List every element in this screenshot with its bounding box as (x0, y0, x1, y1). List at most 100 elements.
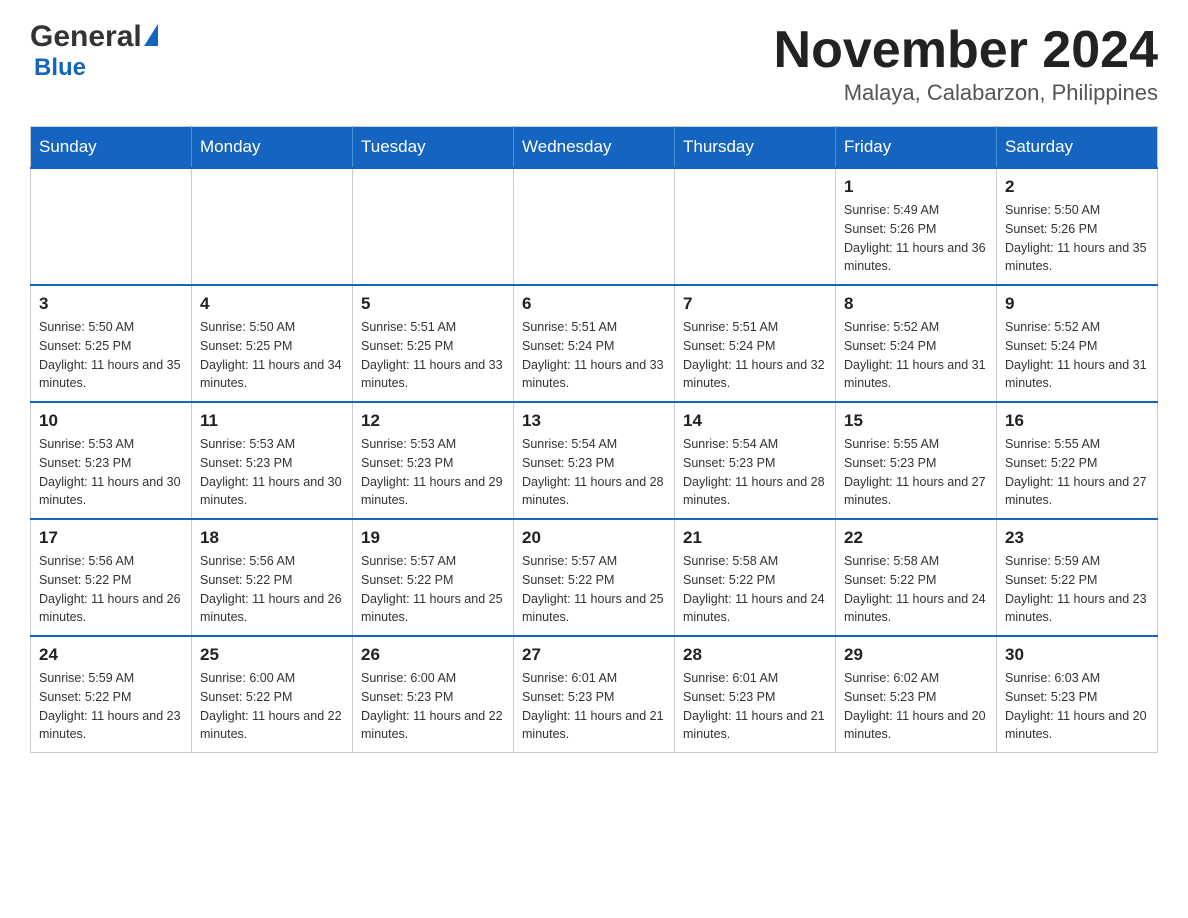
calendar-cell (31, 168, 192, 285)
day-info: Sunrise: 6:00 AM Sunset: 5:22 PM Dayligh… (200, 669, 344, 744)
calendar-cell (192, 168, 353, 285)
day-info: Sunrise: 5:53 AM Sunset: 5:23 PM Dayligh… (361, 435, 505, 510)
calendar-cell: 16 Sunrise: 5:55 AM Sunset: 5:22 PM Dayli… (997, 402, 1158, 519)
calendar-cell: 12 Sunrise: 5:53 AM Sunset: 5:23 PM Dayli… (353, 402, 514, 519)
calendar-cell: 15 Sunrise: 5:55 AM Sunset: 5:23 PM Dayli… (836, 402, 997, 519)
day-number: 16 (1005, 411, 1149, 431)
day-info: Sunrise: 5:56 AM Sunset: 5:22 PM Dayligh… (39, 552, 183, 627)
day-info: Sunrise: 5:50 AM Sunset: 5:25 PM Dayligh… (200, 318, 344, 393)
page-header: General Blue November 2024 Malaya, Calab… (30, 20, 1158, 106)
day-number: 17 (39, 528, 183, 548)
logo-general-text: General (30, 20, 142, 54)
logo: General Blue (30, 20, 158, 82)
day-number: 23 (1005, 528, 1149, 548)
day-of-week-header: Sunday (31, 127, 192, 169)
day-info: Sunrise: 5:59 AM Sunset: 5:22 PM Dayligh… (39, 669, 183, 744)
day-info: Sunrise: 6:00 AM Sunset: 5:23 PM Dayligh… (361, 669, 505, 744)
day-number: 9 (1005, 294, 1149, 314)
day-number: 3 (39, 294, 183, 314)
day-info: Sunrise: 5:57 AM Sunset: 5:22 PM Dayligh… (522, 552, 666, 627)
day-info: Sunrise: 5:50 AM Sunset: 5:25 PM Dayligh… (39, 318, 183, 393)
calendar-cell: 20 Sunrise: 5:57 AM Sunset: 5:22 PM Dayli… (514, 519, 675, 636)
day-info: Sunrise: 6:03 AM Sunset: 5:23 PM Dayligh… (1005, 669, 1149, 744)
day-info: Sunrise: 5:56 AM Sunset: 5:22 PM Dayligh… (200, 552, 344, 627)
calendar-cell: 1Sunrise: 5:49 AM Sunset: 5:26 PM Daylig… (836, 168, 997, 285)
calendar-cell: 4Sunrise: 5:50 AM Sunset: 5:25 PM Daylig… (192, 285, 353, 402)
day-number: 5 (361, 294, 505, 314)
title-section: November 2024 Malaya, Calabarzon, Philip… (774, 20, 1158, 106)
day-number: 7 (683, 294, 827, 314)
calendar-cell: 3 Sunrise: 5:50 AM Sunset: 5:25 PM Daylig… (31, 285, 192, 402)
calendar-cell: 5Sunrise: 5:51 AM Sunset: 5:25 PM Daylig… (353, 285, 514, 402)
day-number: 25 (200, 645, 344, 665)
calendar-cell: 28Sunrise: 6:01 AM Sunset: 5:23 PM Dayli… (675, 636, 836, 753)
day-info: Sunrise: 5:59 AM Sunset: 5:22 PM Dayligh… (1005, 552, 1149, 627)
day-info: Sunrise: 5:58 AM Sunset: 5:22 PM Dayligh… (844, 552, 988, 627)
day-number: 20 (522, 528, 666, 548)
day-number: 22 (844, 528, 988, 548)
day-number: 24 (39, 645, 183, 665)
calendar-cell: 8 Sunrise: 5:52 AM Sunset: 5:24 PM Daylig… (836, 285, 997, 402)
calendar-cell: 22 Sunrise: 5:58 AM Sunset: 5:22 PM Dayli… (836, 519, 997, 636)
day-number: 14 (683, 411, 827, 431)
day-number: 10 (39, 411, 183, 431)
calendar-cell (675, 168, 836, 285)
day-number: 28 (683, 645, 827, 665)
calendar-week-row: 3 Sunrise: 5:50 AM Sunset: 5:25 PM Daylig… (31, 285, 1158, 402)
day-info: Sunrise: 6:01 AM Sunset: 5:23 PM Dayligh… (522, 669, 666, 744)
calendar-cell: 14Sunrise: 5:54 AM Sunset: 5:23 PM Dayli… (675, 402, 836, 519)
day-info: Sunrise: 5:52 AM Sunset: 5:24 PM Dayligh… (844, 318, 988, 393)
calendar-cell: 17 Sunrise: 5:56 AM Sunset: 5:22 PM Dayli… (31, 519, 192, 636)
calendar-week-row: 10 Sunrise: 5:53 AM Sunset: 5:23 PM Dayli… (31, 402, 1158, 519)
day-number: 15 (844, 411, 988, 431)
logo-blue-text: Blue (34, 54, 86, 82)
day-number: 8 (844, 294, 988, 314)
day-info: Sunrise: 5:55 AM Sunset: 5:22 PM Dayligh… (1005, 435, 1149, 510)
day-info: Sunrise: 5:52 AM Sunset: 5:24 PM Dayligh… (1005, 318, 1149, 393)
calendar-cell: 7 Sunrise: 5:51 AM Sunset: 5:24 PM Daylig… (675, 285, 836, 402)
day-number: 27 (522, 645, 666, 665)
calendar-week-row: 1Sunrise: 5:49 AM Sunset: 5:26 PM Daylig… (31, 168, 1158, 285)
day-info: Sunrise: 5:53 AM Sunset: 5:23 PM Dayligh… (39, 435, 183, 510)
day-of-week-header: Tuesday (353, 127, 514, 169)
calendar-cell: 13 Sunrise: 5:54 AM Sunset: 5:23 PM Dayli… (514, 402, 675, 519)
calendar-cell: 23 Sunrise: 5:59 AM Sunset: 5:22 PM Dayli… (997, 519, 1158, 636)
calendar-week-row: 24 Sunrise: 5:59 AM Sunset: 5:22 PM Dayli… (31, 636, 1158, 753)
calendar-cell: 26Sunrise: 6:00 AM Sunset: 5:23 PM Dayli… (353, 636, 514, 753)
day-info: Sunrise: 5:51 AM Sunset: 5:24 PM Dayligh… (683, 318, 827, 393)
day-number: 2 (1005, 177, 1149, 197)
day-of-week-header: Wednesday (514, 127, 675, 169)
day-number: 13 (522, 411, 666, 431)
calendar-cell: 18Sunrise: 5:56 AM Sunset: 5:22 PM Dayli… (192, 519, 353, 636)
calendar-week-row: 17 Sunrise: 5:56 AM Sunset: 5:22 PM Dayli… (31, 519, 1158, 636)
calendar-cell: 19 Sunrise: 5:57 AM Sunset: 5:22 PM Dayli… (353, 519, 514, 636)
calendar-cell: 6 Sunrise: 5:51 AM Sunset: 5:24 PM Daylig… (514, 285, 675, 402)
calendar-cell: 27 Sunrise: 6:01 AM Sunset: 5:23 PM Dayli… (514, 636, 675, 753)
day-info: Sunrise: 5:53 AM Sunset: 5:23 PM Dayligh… (200, 435, 344, 510)
day-info: Sunrise: 5:55 AM Sunset: 5:23 PM Dayligh… (844, 435, 988, 510)
page-title: November 2024 (774, 20, 1158, 80)
day-number: 6 (522, 294, 666, 314)
day-info: Sunrise: 5:51 AM Sunset: 5:24 PM Dayligh… (522, 318, 666, 393)
day-info: Sunrise: 6:02 AM Sunset: 5:23 PM Dayligh… (844, 669, 988, 744)
day-number: 1 (844, 177, 988, 197)
calendar-cell: 24 Sunrise: 5:59 AM Sunset: 5:22 PM Dayli… (31, 636, 192, 753)
day-info: Sunrise: 5:54 AM Sunset: 5:23 PM Dayligh… (522, 435, 666, 510)
calendar-cell: 9 Sunrise: 5:52 AM Sunset: 5:24 PM Daylig… (997, 285, 1158, 402)
calendar-header-row: SundayMondayTuesdayWednesdayThursdayFrid… (31, 127, 1158, 169)
calendar-cell (353, 168, 514, 285)
day-info: Sunrise: 5:57 AM Sunset: 5:22 PM Dayligh… (361, 552, 505, 627)
day-of-week-header: Saturday (997, 127, 1158, 169)
calendar-cell: 11 Sunrise: 5:53 AM Sunset: 5:23 PM Dayli… (192, 402, 353, 519)
day-number: 21 (683, 528, 827, 548)
day-number: 29 (844, 645, 988, 665)
day-number: 19 (361, 528, 505, 548)
day-of-week-header: Monday (192, 127, 353, 169)
calendar-table: SundayMondayTuesdayWednesdayThursdayFrid… (30, 126, 1158, 753)
calendar-cell: 29 Sunrise: 6:02 AM Sunset: 5:23 PM Dayli… (836, 636, 997, 753)
day-number: 12 (361, 411, 505, 431)
calendar-cell (514, 168, 675, 285)
day-of-week-header: Friday (836, 127, 997, 169)
day-number: 11 (200, 411, 344, 431)
calendar-cell: 30Sunrise: 6:03 AM Sunset: 5:23 PM Dayli… (997, 636, 1158, 753)
